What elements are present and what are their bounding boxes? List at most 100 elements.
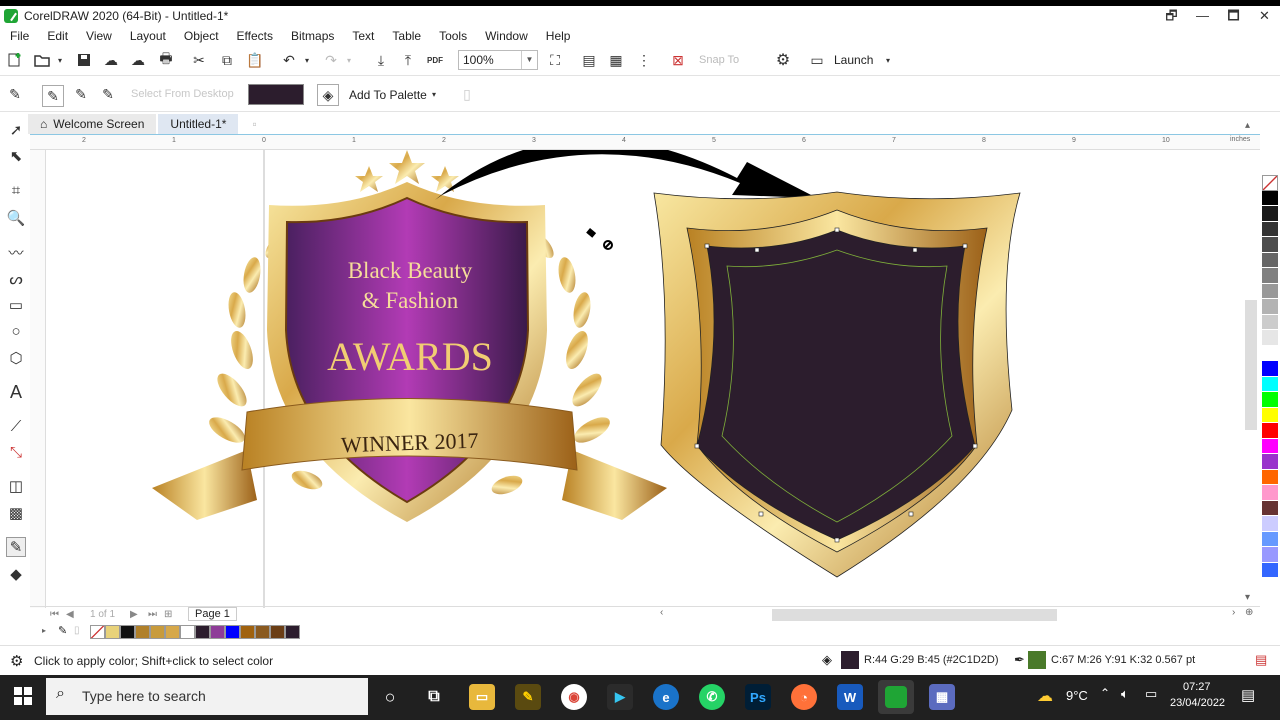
palette-swatch[interactable] [1262,454,1278,470]
eyedropper-apply-icon[interactable]: ✎ [99,85,117,103]
word-icon[interactable]: W [837,684,863,710]
pick-tool-icon[interactable]: ➚ [6,120,26,140]
palette-swatch[interactable] [1262,330,1278,346]
palette-swatch[interactable] [1262,376,1278,392]
curved-arrow[interactable] [435,150,817,200]
drop-shadow-icon[interactable]: ◫ [6,476,26,496]
artistic-media-icon[interactable]: ᔕ [6,269,26,289]
volume-icon[interactable]: 🔈︎ [1121,686,1129,702]
palette-expand-icon[interactable]: ▸ [42,626,46,635]
crop-tool-icon[interactable]: ⌗ [6,180,26,200]
options-icon[interactable]: ▯ [458,85,476,103]
open-folder-icon[interactable] [33,51,51,69]
calculator-icon[interactable]: ▦ [929,684,955,710]
palette-options-icon[interactable]: ▯ [74,625,80,636]
undo-dropdown-icon[interactable]: ▾ [298,51,316,69]
outline-color-swatch[interactable] [1028,651,1046,669]
palette-swatch[interactable] [1262,314,1278,330]
menu-table[interactable]: Table [382,29,429,43]
scroll-down-icon[interactable]: ▾ [1245,592,1250,603]
show-guidelines-icon[interactable]: ⋮ [635,51,653,69]
palette-swatch[interactable] [1262,562,1278,578]
menu-object[interactable]: Object [174,29,227,43]
import-icon[interactable]: ⤓ [372,51,390,69]
transparency-tool-icon[interactable]: ▩ [6,503,26,523]
clock-date[interactable]: 23/04/2022 [1170,697,1225,709]
print-icon[interactable]: 🖶 [157,50,175,69]
palette-eyedropper-icon[interactable]: ✎ [58,624,67,637]
scroll-right-icon[interactable]: › [1232,607,1235,618]
notifications-icon[interactable]: ▤ [1241,686,1255,704]
file-explorer-icon[interactable]: ▭ [469,684,495,710]
copy-icon[interactable]: ⧉ [218,51,236,69]
interactive-fill-icon[interactable]: ◆ [6,564,26,584]
add-to-palette-dropdown-icon[interactable]: ▾ [425,85,443,103]
horizontal-ruler[interactable]: 2 1 0 1 2 3 4 5 6 7 8 9 10 inches [30,134,1260,150]
select-from-desktop-button[interactable]: Select From Desktop [131,88,234,100]
whatsapp-icon[interactable]: ✆ [699,684,725,710]
new-document-icon[interactable] [6,51,24,69]
fill-color-swatch[interactable] [841,651,859,669]
battery-icon[interactable]: ▭ [1145,686,1157,702]
settings-gear-icon[interactable]: ⚙ [10,652,23,670]
document-palette-swatch[interactable] [285,625,300,639]
options-gear-icon[interactable]: ⚙ [774,51,792,69]
menu-tools[interactable]: Tools [429,29,475,43]
clock-time[interactable]: 07:27 [1183,681,1211,693]
palette-swatch[interactable] [1262,392,1278,408]
add-to-palette-button[interactable]: Add To Palette [349,88,427,102]
palette-swatch[interactable] [1262,237,1278,253]
snap-to-dropdown[interactable]: Snap To [699,54,739,66]
scroll-left-icon[interactable]: ‹ [660,607,663,618]
menu-window[interactable]: Window [475,29,536,43]
palette-swatch[interactable] [1262,268,1278,284]
connector-tool-icon[interactable]: ⤡ [6,442,26,462]
minimize-button[interactable]: — [1187,6,1218,26]
vertical-scrollbar[interactable]: ▴ ▾ [1245,120,1257,608]
restore-icon[interactable]: 🗗 [1156,6,1187,26]
eyedropper-sample-icon[interactable]: ✎ [72,85,90,103]
document-palette-swatch[interactable] [165,625,180,639]
document-palette-swatch[interactable] [120,625,135,639]
weather-icon[interactable]: ☁ [1037,686,1053,706]
menu-edit[interactable]: Edit [37,29,76,43]
no-color-swatch[interactable] [1262,175,1278,191]
palette-swatch[interactable] [1262,423,1278,439]
palette-swatch[interactable] [1262,206,1278,222]
sticky-app-icon[interactable]: ✎ [515,684,541,710]
palette-swatch[interactable] [1262,299,1278,315]
maximize-button[interactable]: 🗖 [1218,6,1249,26]
page-tab[interactable]: Page 1 [188,607,237,621]
tab-welcome-screen[interactable]: ⌂ Welcome Screen [28,114,157,134]
save-icon[interactable] [75,51,93,69]
palette-swatch[interactable] [1262,345,1278,361]
open-dropdown-icon[interactable]: ▾ [51,51,69,69]
palette-swatch[interactable] [1262,438,1278,454]
photoshop-icon[interactable]: Ps [745,684,771,710]
color-eyedropper-icon[interactable]: ✎ [6,537,26,557]
tray-expand-icon[interactable]: ⌃ [1100,686,1110,700]
menu-view[interactable]: View [76,29,120,43]
menu-help[interactable]: Help [536,29,579,43]
document-palette-swatch[interactable] [135,625,150,639]
paste-icon[interactable]: 📋 [246,51,264,69]
launch-button[interactable]: Launch [834,53,873,67]
first-page-icon[interactable]: ⏮ [50,609,59,620]
menu-file[interactable]: File [0,29,37,43]
taskbar-search-box[interactable]: ⌕ Type here to search [46,678,368,715]
dynamic-guides-icon[interactable]: ⊠ [669,51,687,69]
document-palette-swatch[interactable] [240,625,255,639]
coreldraw-taskbar-icon[interactable] [878,680,914,714]
redo-dropdown-icon[interactable]: ▾ [340,51,358,69]
publish-pdf-icon[interactable]: PDF [426,51,444,69]
freehand-tool-icon[interactable]: 〰 [6,242,26,262]
vertical-scroll-thumb[interactable] [1245,300,1257,430]
firefox-icon[interactable]: ◔ [791,684,817,710]
tab-untitled-1[interactable]: Untitled-1* [158,114,239,134]
rectangle-tool-icon[interactable]: ▭ [6,295,26,315]
palette-swatch[interactable] [1262,469,1278,485]
undo-icon[interactable]: ↶ [280,51,298,69]
menu-bitmaps[interactable]: Bitmaps [281,29,342,43]
shape-tool-icon[interactable]: ⬉ [6,146,26,166]
color-proof-icon[interactable]: ▤ [1255,652,1267,668]
